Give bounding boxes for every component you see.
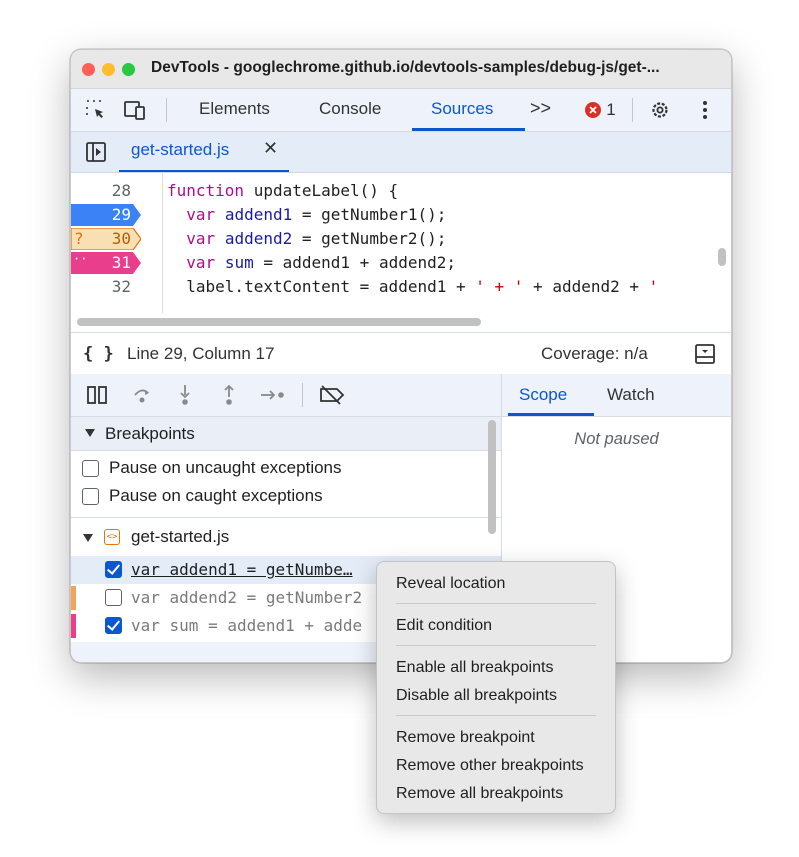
file-tab-indicator: [119, 170, 289, 172]
menu-edit-condition[interactable]: Edit condition: [396, 617, 492, 635]
inspect-element-icon[interactable]: [83, 89, 109, 131]
option-label: Pause on caught exceptions: [109, 486, 323, 505]
coverage-status: Coverage: n/a: [541, 344, 648, 363]
conditional-marker-prefix: ?: [74, 229, 84, 248]
error-count: 1: [606, 100, 616, 119]
horizontal-scrollbar[interactable]: [77, 318, 481, 326]
menu-disable-all-breakpoints[interactable]: Disable all breakpoints: [396, 687, 557, 705]
pause-resume-icon[interactable]: [85, 374, 109, 416]
breakpoints-scrollbar[interactable]: [488, 420, 496, 534]
tab-console[interactable]: Console: [319, 99, 381, 119]
scope-watch-tabbar: Scope Watch: [502, 374, 731, 417]
deactivate-breakpoints-icon[interactable]: [318, 374, 346, 416]
error-icon: [585, 102, 602, 118]
debugger-toolbar: [71, 374, 501, 417]
js-file-icon: <>: [104, 529, 120, 545]
zoom-window-button[interactable]: [122, 63, 135, 76]
close-window-button[interactable]: [82, 63, 95, 76]
title-bar: DevTools - googlechrome.github.io/devtoo…: [71, 50, 731, 89]
tab-elements[interactable]: Elements: [199, 99, 270, 119]
settings-gear-icon[interactable]: [647, 89, 673, 131]
toolbar-separator: [302, 383, 303, 407]
line-number[interactable]: 28: [101, 181, 131, 200]
option-label: Pause on uncaught exceptions: [109, 458, 342, 477]
logpoint-breakpoint-edge: [71, 614, 76, 638]
breakpoint-code: var addend1 = getNumbe…: [131, 560, 353, 579]
pause-uncaught-checkbox[interactable]: [82, 460, 99, 477]
menu-remove-other-breakpoints[interactable]: Remove other breakpoints: [396, 757, 584, 775]
code-text: label.textContent = addend1 + ' + ' + ad…: [167, 277, 659, 296]
minimize-window-button[interactable]: [102, 63, 115, 76]
breakpoints-header-label: Breakpoints: [105, 424, 195, 443]
code-line-31[interactable]: ·· 31 var sum = addend1 + addend2;: [71, 251, 731, 275]
window-title: DevTools - googlechrome.github.io/devtoo…: [151, 59, 660, 76]
pretty-print-icon[interactable]: { }: [83, 344, 114, 364]
menu-enable-all-breakpoints[interactable]: Enable all breakpoints: [396, 659, 553, 677]
tab-watch[interactable]: Watch: [607, 385, 655, 405]
code-line-29[interactable]: 29 var addend1 = getNumber1();: [71, 203, 731, 227]
file-tab-get-started[interactable]: get-started.js: [131, 140, 229, 160]
tab-sources[interactable]: Sources: [431, 99, 493, 119]
breakpoint-checkbox[interactable]: [105, 589, 122, 606]
menu-remove-breakpoint[interactable]: Remove breakpoint: [396, 729, 535, 747]
step-out-icon[interactable]: [219, 374, 239, 416]
step-into-icon[interactable]: [175, 374, 195, 416]
menu-reveal-location[interactable]: Reveal location: [396, 575, 505, 593]
breakpoints-section-header[interactable]: Breakpoints: [71, 417, 501, 451]
breakpoint-checkbox[interactable]: [105, 617, 122, 634]
breakpoint-code: var sum = addend1 + adde: [131, 616, 363, 635]
breakpoint-file-group[interactable]: <> get-started.js: [71, 524, 501, 552]
more-vertical-icon[interactable]: [695, 89, 715, 131]
breakpoint-file-name: get-started.js: [131, 527, 230, 546]
editor-status-bar: { } Line 29, Column 17 Coverage: n/a: [71, 332, 731, 375]
step-icon[interactable]: [259, 374, 287, 416]
error-counter[interactable]: 1: [580, 89, 620, 131]
line-number[interactable]: 32: [101, 277, 131, 296]
code-text: function updateLabel() {: [167, 181, 399, 200]
close-tab-icon[interactable]: ✕: [263, 138, 278, 159]
menu-remove-all-breakpoints[interactable]: Remove all breakpoints: [396, 785, 563, 803]
conditional-breakpoint-edge: [71, 586, 76, 610]
not-paused-message: Not paused: [574, 430, 659, 448]
line-number[interactable]: 31: [101, 253, 131, 272]
line-number[interactable]: 29: [101, 205, 131, 224]
step-over-icon[interactable]: [131, 374, 153, 416]
scope-tab-indicator: [508, 413, 594, 416]
code-text: var addend1 = getNumber1();: [186, 205, 447, 224]
expand-triangle-icon: [83, 534, 93, 542]
menu-separator: [396, 645, 596, 646]
editor-tab-bar: get-started.js ✕: [71, 132, 731, 173]
code-text: var addend2 = getNumber2();: [186, 229, 447, 248]
pause-caught-checkbox[interactable]: [82, 488, 99, 505]
code-vertical-scrollbar[interactable]: [718, 248, 726, 266]
code-editor[interactable]: 28 function updateLabel() { 29 var adden…: [71, 173, 731, 313]
code-text: var sum = addend1 + addend2;: [186, 253, 457, 272]
menu-separator: [396, 715, 596, 716]
code-line-30[interactable]: ? 30 var addend2 = getNumber2();: [71, 227, 731, 251]
toggle-drawer-icon[interactable]: [694, 343, 716, 370]
breakpoint-code: var addend2 = getNumber2: [131, 588, 363, 607]
logpoint-marker-prefix: ··: [73, 252, 88, 266]
menu-separator: [396, 603, 596, 604]
toggle-navigator-icon[interactable]: [85, 141, 107, 168]
tab-scope[interactable]: Scope: [519, 385, 567, 405]
section-divider: [71, 517, 501, 518]
pause-caught-option[interactable]: Pause on caught exceptions: [71, 483, 501, 511]
pause-uncaught-option[interactable]: Pause on uncaught exceptions: [71, 455, 501, 483]
toolbar-separator: [632, 98, 633, 122]
main-toolbar: Elements Console Sources >> 1: [71, 89, 731, 132]
active-tab-indicator: [412, 128, 525, 131]
cursor-position: Line 29, Column 17: [127, 344, 275, 363]
breakpoint-checkbox[interactable]: [105, 561, 122, 578]
code-line-32[interactable]: 32 label.textContent = addend1 + ' + ' +…: [71, 275, 731, 299]
device-toolbar-icon[interactable]: [121, 89, 149, 131]
code-line-28[interactable]: 28 function updateLabel() {: [71, 179, 731, 203]
more-tabs-button[interactable]: >>: [530, 98, 551, 119]
context-menu: Reveal location Edit condition Enable al…: [376, 561, 616, 814]
line-number[interactable]: 30: [101, 229, 131, 248]
expand-triangle-icon: [85, 429, 95, 437]
toolbar-separator: [166, 98, 167, 122]
